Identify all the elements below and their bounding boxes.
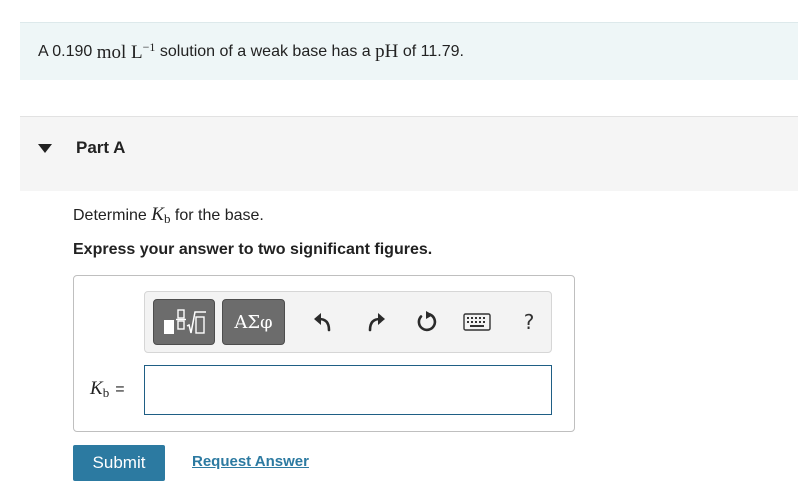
undo-icon[interactable]: [311, 310, 335, 334]
math-toolbar: ΑΣφ ?: [144, 291, 552, 353]
ph-label: pH: [375, 40, 399, 62]
greek-symbols-button[interactable]: ΑΣφ: [222, 299, 285, 345]
problem-statement: A 0.190 mol L−1 solution of a weak base …: [20, 22, 798, 80]
part-a-header[interactable]: Part A: [20, 116, 798, 191]
keyboard-icon[interactable]: [463, 310, 491, 334]
question-text: Determine Kb for the base.: [73, 204, 264, 226]
help-icon[interactable]: ?: [517, 310, 541, 334]
submit-button[interactable]: Submit: [73, 445, 165, 481]
answer-box: ΑΣφ ? Kb =: [73, 275, 575, 432]
concentration-unit: mol L−1: [96, 39, 156, 63]
kb-answer-label: Kb =: [90, 378, 125, 400]
redo-icon[interactable]: [364, 310, 388, 334]
problem-suffix: of 11.79.: [402, 42, 464, 60]
request-answer-link[interactable]: Request Answer: [192, 453, 309, 470]
answer-input[interactable]: [144, 365, 552, 415]
caret-down-icon[interactable]: [38, 144, 52, 153]
answer-instruction: Express your answer to two significant f…: [73, 241, 433, 258]
problem-middle: solution of a weak base has a: [159, 42, 371, 60]
reset-icon[interactable]: [415, 310, 439, 334]
problem-prefix: A 0.190: [38, 42, 93, 60]
templates-icon: [164, 309, 206, 334]
part-title: Part A: [76, 138, 126, 157]
templates-button[interactable]: [153, 299, 215, 345]
kb-symbol: Kb: [151, 204, 171, 226]
